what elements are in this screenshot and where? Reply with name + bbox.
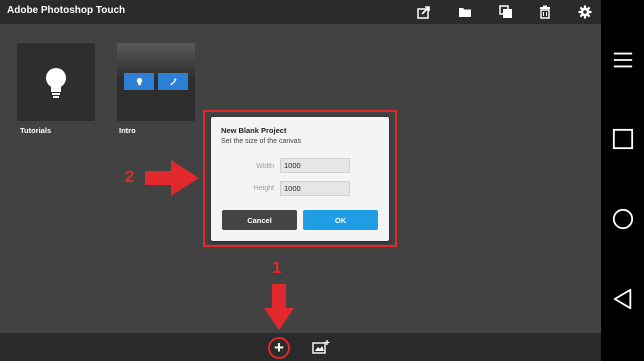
share-icon[interactable]: [415, 3, 433, 21]
new-project-button[interactable]: +: [268, 337, 290, 359]
android-nav-bar: [601, 0, 644, 361]
add-icon: +: [274, 338, 284, 357]
cancel-button[interactable]: Cancel: [222, 210, 297, 230]
magic-wand-icon: [169, 77, 177, 86]
duplicate-icon[interactable]: [497, 3, 515, 21]
lightbulb-icon: [136, 77, 142, 86]
app-window: Adobe Photoshop Touch Tutorials Intro 2 …: [0, 0, 601, 361]
back-icon[interactable]: [609, 285, 637, 313]
new-project-dialog: New Blank Project Set the size of the ca…: [211, 117, 389, 241]
recent-apps-icon[interactable]: [609, 125, 637, 153]
intro-label: Intro: [119, 126, 136, 135]
width-label: Width: [256, 163, 274, 170]
folder-icon[interactable]: [456, 3, 474, 21]
height-field[interactable]: 1000: [280, 181, 350, 196]
step-1-label: 1: [272, 258, 282, 277]
gear-icon[interactable]: [576, 3, 594, 21]
height-label: Height: [253, 185, 274, 192]
lightbulb-icon: [46, 68, 66, 98]
right-arrow-annotation: [145, 160, 199, 196]
trash-icon[interactable]: [536, 3, 554, 21]
home-icon[interactable]: [609, 205, 637, 233]
down-arrow-annotation: [264, 284, 294, 330]
bottom-bar: [0, 333, 601, 361]
menu-icon[interactable]: [609, 46, 637, 74]
top-bar: Adobe Photoshop Touch: [0, 0, 601, 24]
tutorials-card[interactable]: [17, 43, 95, 121]
dialog-subtitle: Set the size of the canvas: [221, 138, 302, 145]
step-2-label: 2: [125, 167, 135, 186]
intro-preview-right: [158, 73, 188, 90]
app-title: Adobe Photoshop Touch: [7, 5, 126, 16]
tutorials-label: Tutorials: [20, 126, 52, 135]
intro-preview-left: [124, 73, 154, 90]
ok-button[interactable]: OK: [303, 210, 378, 230]
width-field[interactable]: 1000: [280, 158, 350, 173]
intro-card[interactable]: [117, 43, 195, 121]
dialog-title: New Blank Project: [221, 126, 287, 135]
add-image-icon[interactable]: [312, 339, 330, 355]
